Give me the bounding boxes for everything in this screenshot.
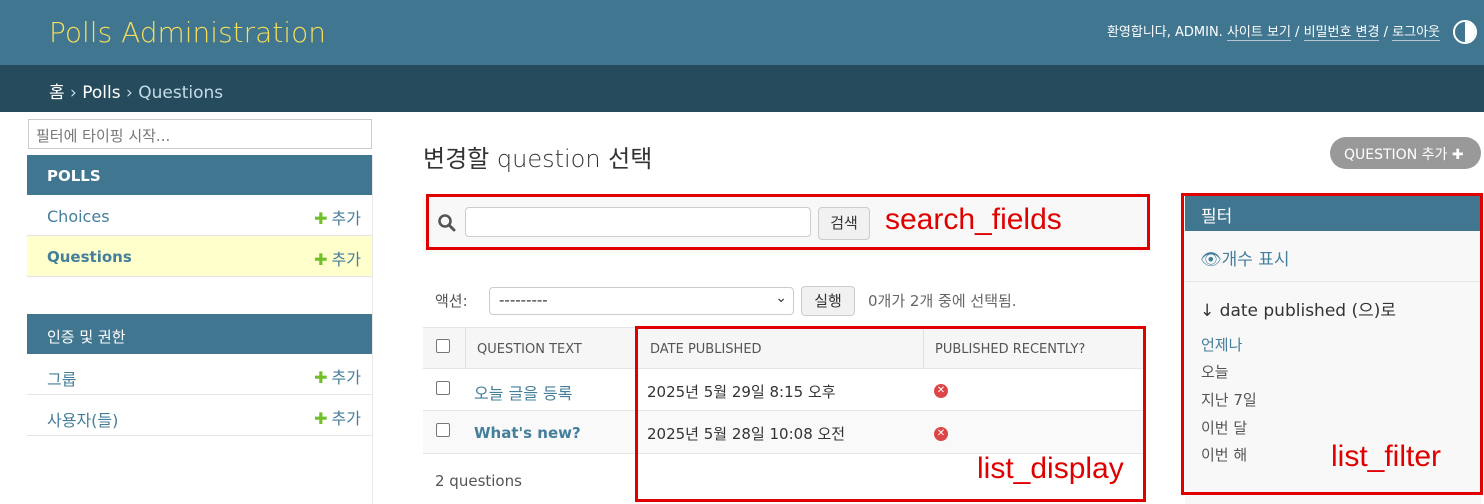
plus-icon: ✚ — [314, 368, 328, 387]
theme-toggle-icon[interactable] — [1453, 20, 1477, 44]
sidebar-item-users[interactable]: 사용자(들) ✚ 추가 — [27, 395, 372, 436]
user-tools: 환영합니다, ADMIN. 사이트 보기 / 비밀번호 변경 / 로그아웃 — [1106, 25, 1440, 41]
site-header: Polls Administration 환영합니다, ADMIN. 사이트 보… — [0, 0, 1484, 65]
row-checkbox[interactable] — [436, 381, 450, 395]
add-group-link[interactable]: ✚ 추가 — [314, 364, 361, 388]
add-question-link[interactable]: ✚ 추가 — [314, 246, 361, 270]
add-question-button[interactable]: QUESTION 추가 ✚ — [1330, 137, 1481, 169]
logout-link[interactable]: 로그아웃 — [1392, 25, 1440, 41]
action-select[interactable]: --------- ⌄ — [489, 287, 794, 315]
sidebar-item-groups[interactable]: 그룹 ✚ 추가 — [27, 354, 372, 395]
row-checkbox[interactable] — [436, 423, 450, 437]
action-counter: 0개가 2개 중에 선택됨. — [868, 292, 1017, 310]
view-site-link[interactable]: 사이트 보기 — [1226, 25, 1291, 41]
paginator: 2 questions — [435, 472, 522, 490]
add-user-link[interactable]: ✚ 추가 — [314, 405, 361, 429]
nav-filter-input[interactable]: 필터에 타이핑 시작... — [28, 119, 372, 149]
change-password-link[interactable]: 비밀번호 변경 — [1303, 25, 1380, 41]
select-all-checkbox[interactable] — [436, 339, 450, 353]
annotation-label-display: list_display — [977, 452, 1124, 485]
breadcrumb-current: Questions — [138, 83, 224, 103]
action-label: 액션: — [435, 292, 468, 310]
question-link[interactable]: What's new? — [474, 424, 581, 442]
question-link[interactable]: 오늘 글을 등록 — [474, 380, 573, 404]
sidebar: POLLS Choices ✚ 추가 Questions ✚ 추가 인증 및 권한 … — [27, 155, 373, 504]
sidebar-header-auth[interactable]: 인증 및 권한 — [27, 314, 372, 354]
breadcrumb-home[interactable]: 홈 — [49, 83, 65, 103]
column-question-text[interactable]: QUESTION TEXT — [477, 342, 582, 357]
plus-icon: ✚ — [314, 250, 328, 269]
sidebar-item-questions[interactable]: Questions ✚ 추가 — [27, 236, 372, 277]
page-title: 변경할 question 선택 — [423, 145, 653, 173]
breadcrumb-app[interactable]: Polls — [82, 83, 120, 103]
breadcrumb: 홈 › Polls › Questions — [0, 65, 1484, 112]
run-action-button[interactable]: 실행 — [801, 286, 855, 316]
site-brand[interactable]: Polls Administration — [49, 16, 326, 49]
plus-icon: ✚ — [314, 209, 328, 228]
plus-icon: ✚ — [314, 409, 328, 428]
sidebar-header-polls[interactable]: POLLS — [27, 155, 372, 195]
add-choice-link[interactable]: ✚ 추가 — [314, 205, 361, 229]
welcome-text: 환영합니다, ADMIN. — [1106, 25, 1223, 40]
annotation-label-search: search_fields — [885, 203, 1062, 236]
plus-icon: ✚ — [1451, 147, 1464, 163]
sidebar-item-choices[interactable]: Choices ✚ 추가 — [27, 195, 372, 236]
chevron-down-icon: ⌄ — [775, 290, 787, 306]
annotation-label-filter: list_filter — [1331, 440, 1442, 473]
